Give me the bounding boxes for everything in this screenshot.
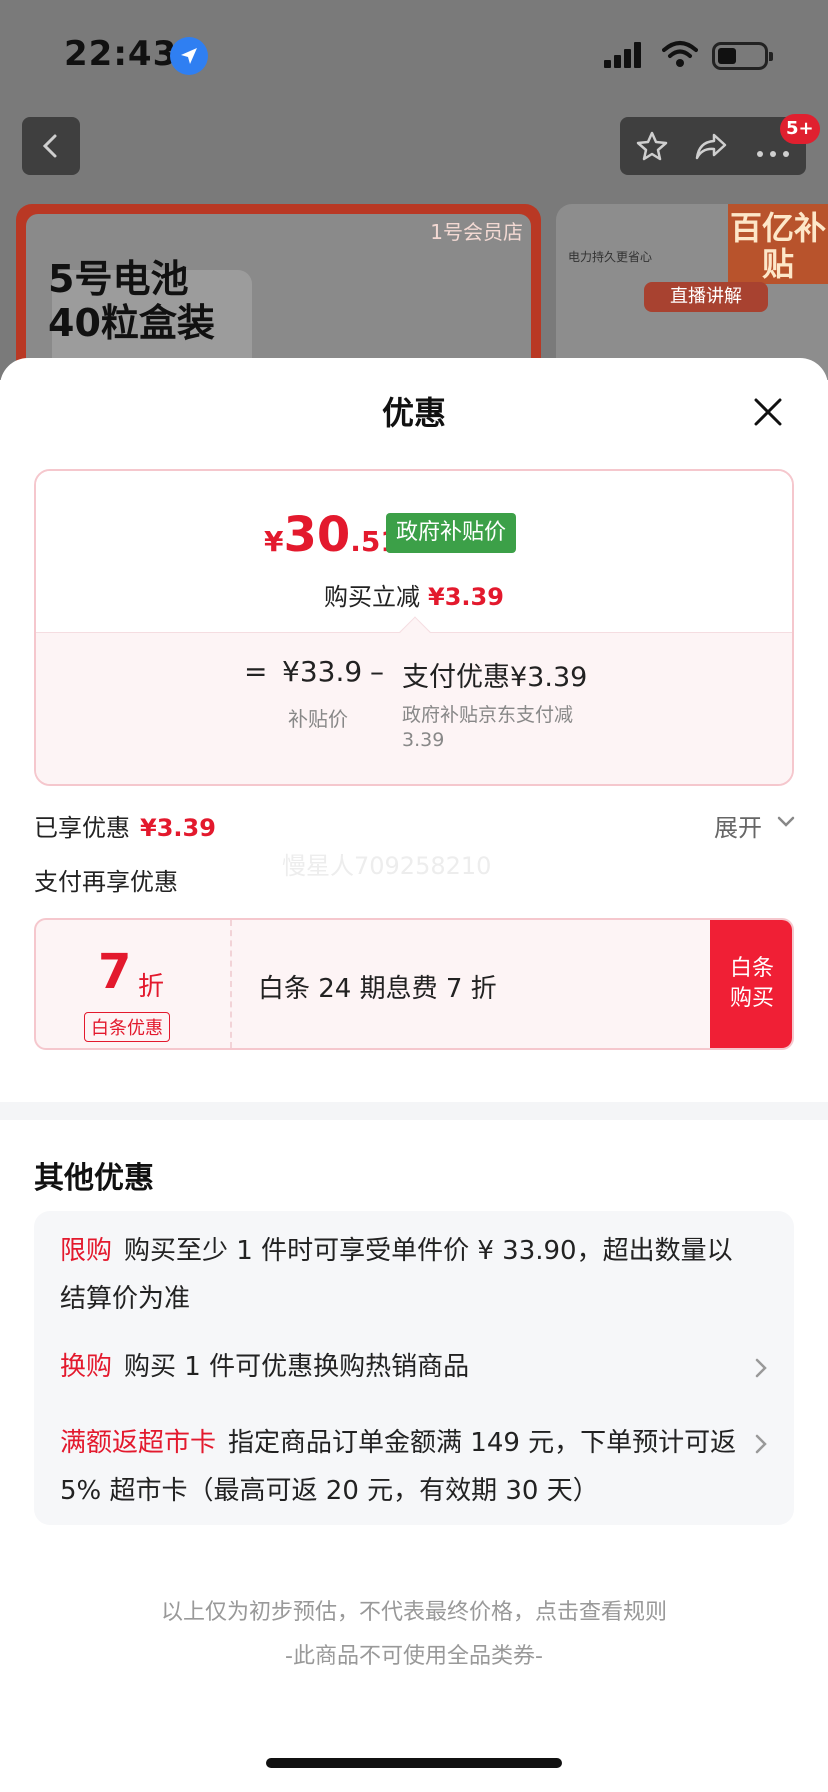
pay-discount-desc: 政府补贴京东支付减3.39 <box>402 704 574 751</box>
list-item[interactable]: 换购 购买 1 件可优惠换购热销商品 <box>60 1343 740 1391</box>
equals-sign: = <box>244 655 268 688</box>
item-tag: 满额返超市卡 <box>60 1428 217 1458</box>
battery-icon <box>712 42 773 70</box>
enjoyed-value: ¥3.39 <box>140 814 216 842</box>
discount-sheet: 优惠 ¥30.51 政府补贴价 购买立减 ¥3.39 = ¥33.9 补贴价 – … <box>0 358 828 1792</box>
enjoyed-discount: 已享优惠 ¥3.39 <box>34 808 216 843</box>
final-price: ¥30.51 <box>264 507 400 563</box>
store-tag: 1号会员店 <box>430 220 523 244</box>
more-icon[interactable] <box>756 143 790 162</box>
other-discounts-title: 其他优惠 <box>34 1161 154 1196</box>
item-text: 购买至少 1 件时可享受单件价 ¥ 33.90，超出数量以结算价为准 <box>60 1236 733 1314</box>
coupon-tag: 白条优惠 <box>84 1012 170 1042</box>
pay-discount: 支付优惠¥3.39 <box>402 662 588 693</box>
reduce-value: ¥3.39 <box>428 583 504 611</box>
coupon-discount-area: 7 折 白条优惠 <box>36 920 232 1048</box>
section-divider <box>0 1102 828 1120</box>
subsidy-card[interactable]: 电力持久更省心 百亿补贴 直播讲解 <box>556 204 828 380</box>
subsidy-price: ¥33.9 <box>282 655 363 688</box>
expand-toggle[interactable]: 展开 <box>714 808 762 843</box>
minus-sign: – <box>370 655 384 688</box>
price-breakdown: ¥30.51 政府补贴价 购买立减 ¥3.39 = ¥33.9 补贴价 – 支付优… <box>34 469 794 786</box>
coupon-text: 白条 24 期息费 7 折 <box>258 974 497 1004</box>
nav-actions <box>620 117 806 175</box>
subsidy-card-desc: 电力持久更省心 <box>568 250 653 264</box>
price-integer: 30 <box>283 507 351 563</box>
notification-badge: 5+ <box>780 114 820 144</box>
home-indicator[interactable] <box>266 1758 562 1768</box>
status-bar: 22:43 <box>0 0 828 110</box>
list-item[interactable]: 满额返超市卡 指定商品订单金额满 149 元，下单预计可返 5% 超市卡（最高可返… <box>60 1419 740 1515</box>
live-tag[interactable]: 直播讲解 <box>644 282 768 312</box>
coupon-restriction-note: -此商品不可使用全品类券- <box>285 1644 543 1669</box>
chevron-right-icon[interactable] <box>754 1433 768 1459</box>
pay-more-label: 支付再享优惠 <box>34 868 178 896</box>
baitiao-coupon: 7 折 白条优惠 白条 24 期息费 7 折 白条 购买 <box>34 918 794 1050</box>
reduce-line: 购买立减 ¥3.39 <box>36 577 792 612</box>
price-currency: ¥ <box>264 525 284 558</box>
chevron-down-icon[interactable] <box>776 814 796 833</box>
share-icon[interactable] <box>694 131 728 165</box>
sheet-title: 优惠 <box>381 394 446 432</box>
watermark: 慢星人709258210 <box>282 852 492 880</box>
reduce-label: 购买立减 <box>324 583 421 611</box>
coupon-discount-value: 7 <box>98 944 132 1000</box>
gov-subsidy-tag: 政府补贴价 <box>386 513 517 553</box>
favorite-star-icon[interactable] <box>636 131 668 165</box>
item-tag: 限购 <box>60 1236 113 1266</box>
enjoyed-label: 已享优惠 <box>34 814 130 842</box>
close-icon[interactable] <box>750 394 786 430</box>
baitiao-buy-button[interactable]: 白条 购买 <box>710 920 792 1048</box>
signal-icon <box>604 42 644 72</box>
subsidy-tag: 百亿补贴 <box>728 204 828 284</box>
item-tag: 换购 <box>60 1352 113 1382</box>
background-overlay: 22:43 5+ 1号会员店 5号电池 40粒盒装 电力持久更省心 百亿补贴 直… <box>0 0 828 380</box>
price-summary: ¥30.51 政府补贴价 购买立减 ¥3.39 <box>36 471 792 632</box>
other-discounts-list: 限购 购买至少 1 件时可享受单件价 ¥ 33.90，超出数量以结算价为准 换购购… <box>34 1211 794 1525</box>
list-item: 限购 购买至少 1 件时可享受单件价 ¥ 33.90，超出数量以结算价为准 <box>60 1227 740 1323</box>
chevron-right-icon[interactable] <box>754 1357 768 1383</box>
item-text: 购买 1 件可优惠换购热销商品 <box>124 1352 470 1382</box>
location-arrow-icon <box>170 37 208 75</box>
back-button[interactable] <box>22 117 80 175</box>
wifi-icon <box>662 40 698 72</box>
status-time: 22:43 <box>64 34 178 74</box>
product-title-line2: 40粒盒装 <box>48 301 215 345</box>
subsidy-price-label: 补贴价 <box>288 707 348 731</box>
rules-note[interactable]: 以上仅为初步预估，不代表最终价格，点击查看规则 <box>0 1594 828 1626</box>
coupon-discount-unit: 折 <box>138 972 165 1002</box>
